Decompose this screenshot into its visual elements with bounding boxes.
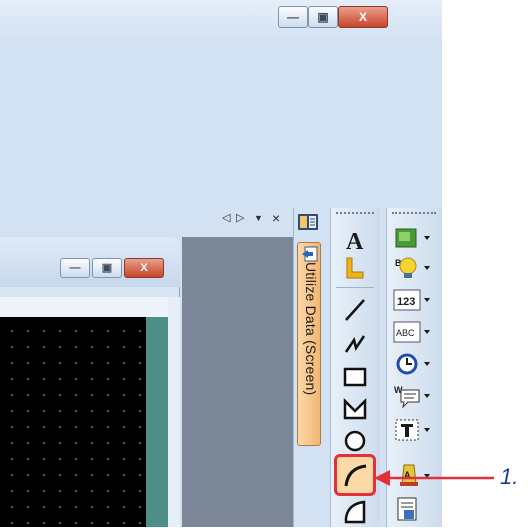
library-book-icon[interactable] — [297, 212, 319, 232]
toolbar-grip[interactable] — [336, 212, 374, 218]
panel-prev-icon[interactable]: ◁ — [222, 208, 230, 228]
switch-tool-icon[interactable] — [390, 222, 438, 254]
arc-tool-icon[interactable] — [338, 458, 372, 492]
inner-minimize-button[interactable]: — — [60, 258, 90, 278]
close-button[interactable]: X — [338, 6, 388, 28]
parts-tool-icon[interactable] — [390, 414, 438, 446]
circle-tool-icon[interactable] — [338, 424, 372, 458]
utilize-data-icon — [301, 246, 319, 262]
comment-tool-icon[interactable]: W — [390, 380, 438, 412]
inner-restore-button[interactable]: ▣ — [92, 258, 122, 278]
workspace-background — [182, 237, 293, 527]
inner-close-button[interactable]: X — [124, 258, 164, 278]
minimize-button[interactable]: — — [278, 6, 308, 28]
line-freeform-tool-icon[interactable] — [338, 252, 372, 286]
ascii-display-label: ABC — [396, 328, 415, 338]
polyline-tool-icon[interactable] — [338, 326, 372, 360]
numerical-display-tool-icon[interactable]: 123 — [390, 284, 438, 316]
callout-arrow — [372, 466, 502, 490]
close-icon: X — [358, 10, 367, 24]
text-tool-icon[interactable]: A — [338, 222, 372, 256]
utilize-data-tab-label: Utilize Data (Screen) — [303, 262, 319, 396]
line-tool-icon[interactable] — [338, 292, 372, 326]
canvas-frame — [0, 297, 168, 317]
minimize-icon: — — [69, 262, 81, 274]
numerical-display-label: 123 — [397, 296, 415, 308]
panel-next-icon[interactable]: ▷ — [236, 208, 244, 228]
clock-tool-icon[interactable] — [390, 348, 438, 380]
data-list-tool-icon[interactable] — [390, 494, 438, 526]
lamp-tool-icon[interactable]: B — [390, 252, 438, 284]
sector-tool-icon[interactable] — [338, 494, 372, 528]
toolbar-separator — [336, 287, 374, 288]
polygon-tool-icon[interactable] — [338, 392, 372, 426]
screen-canvas[interactable] — [0, 317, 146, 527]
rectangle-tool-icon[interactable] — [338, 360, 372, 394]
ascii-display-tool-icon[interactable]: ABC — [390, 316, 438, 348]
close-icon: X — [140, 262, 148, 274]
canvas-edge — [146, 317, 168, 527]
callout-number: 1. — [500, 464, 519, 489]
panel-menu-icon[interactable]: ▼ — [254, 208, 263, 228]
window-border — [168, 297, 180, 527]
restore-icon: ▣ — [101, 262, 113, 274]
restore-icon: ▣ — [317, 10, 329, 24]
panel-close-icon[interactable]: × — [272, 208, 280, 228]
panel-header — [0, 208, 293, 230]
restore-button[interactable]: ▣ — [308, 6, 338, 28]
minimize-icon: — — [287, 10, 299, 24]
toolbar-grip[interactable] — [392, 212, 436, 218]
